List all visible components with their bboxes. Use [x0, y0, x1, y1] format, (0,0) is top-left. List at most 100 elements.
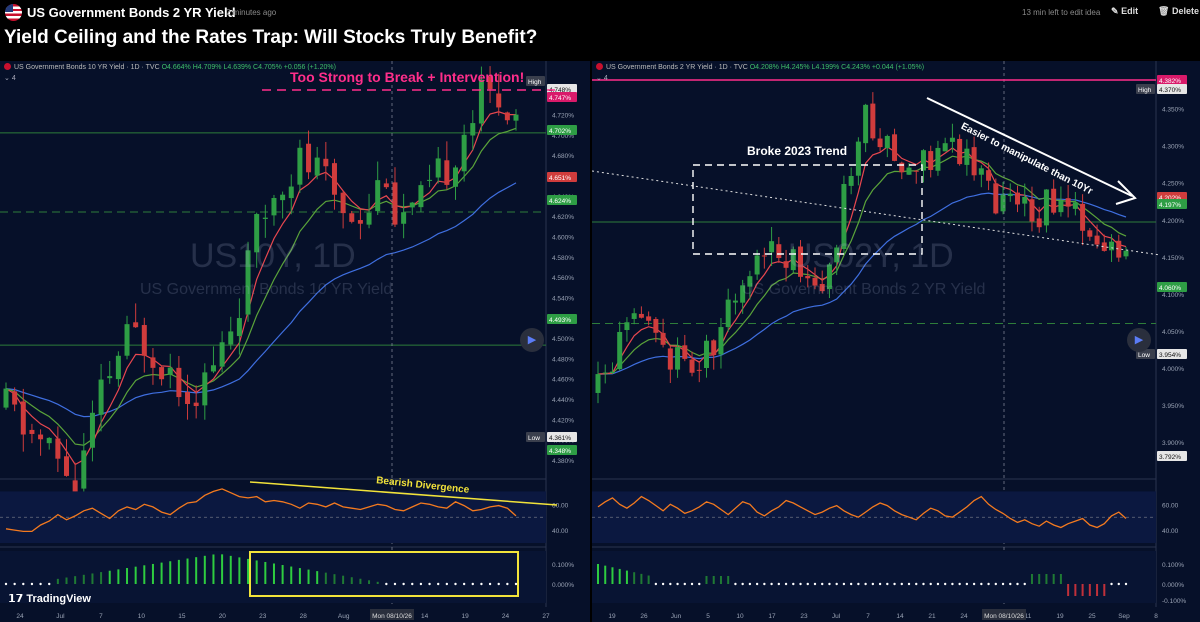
- histogram-dot: [428, 582, 431, 586]
- histogram-dot: [393, 582, 397, 586]
- histogram-dot: [878, 582, 882, 586]
- price-tag-label: 3.792%: [1159, 454, 1181, 461]
- play-icon[interactable]: ▶: [520, 328, 544, 352]
- candle-body: [478, 79, 484, 124]
- x-tick-label: 24: [502, 613, 510, 620]
- histogram-dot: [1009, 582, 1012, 586]
- histogram-bar: [56, 578, 59, 584]
- legend-title: US Government Bonds 10 YR Yield · 1D · T…: [14, 64, 160, 71]
- candle-body: [219, 342, 225, 367]
- x-tick-label: 17: [768, 613, 776, 620]
- histogram-bar: [1088, 584, 1091, 596]
- histogram-dot: [842, 582, 846, 586]
- indicator-toggle[interactable]: ⌄ 4: [596, 74, 608, 82]
- histogram-bar: [719, 576, 722, 584]
- candle-body: [185, 392, 191, 405]
- candle-body: [769, 241, 775, 253]
- chart-2y-svg[interactable]: 4.350% 4.300% 4.250% 4.200% 4.150% 4.100% 4.05…: [592, 61, 1200, 622]
- histogram-bar: [640, 573, 643, 584]
- chart-pane-10y[interactable]: 4.740%4.720%4.700%4.680%4.660%4.640%4.62…: [0, 61, 590, 622]
- candle-body: [949, 137, 955, 142]
- candle-body: [595, 374, 601, 393]
- histogram-dot: [22, 582, 25, 586]
- histogram-dot: [419, 582, 423, 586]
- candle-body: [1058, 200, 1064, 213]
- watermark-name: US Government Bonds 10 YR Yield: [140, 281, 393, 298]
- edit-label: Edit: [1121, 6, 1139, 16]
- candle-body: [29, 429, 35, 434]
- candle-body: [375, 180, 381, 212]
- histogram-dot: [907, 582, 911, 586]
- candle-body: [971, 147, 977, 176]
- x-tick-label: 10: [736, 613, 744, 620]
- chart-10y-svg[interactable]: 4.740%4.720%4.700%4.680%4.660%4.640%4.62…: [0, 61, 590, 622]
- candle-body: [409, 202, 415, 208]
- candle-body: [935, 147, 941, 171]
- candle-body: [470, 123, 476, 136]
- candle-body: [617, 331, 623, 370]
- histogram-bar: [91, 573, 94, 584]
- y-tick-label: 4.560%: [552, 275, 574, 282]
- candle-body: [1109, 241, 1115, 251]
- legend-title: US Government Bonds 2 YR Yield · 1D · TV…: [606, 64, 748, 71]
- x-tick-label: 14: [896, 613, 904, 620]
- candle-body: [1123, 250, 1129, 257]
- top-bar: US Government Bonds 2 YR Yield 2 minutes…: [0, 0, 1200, 26]
- candle-body: [884, 135, 890, 149]
- candle-body: [942, 143, 948, 152]
- histogram-dot: [770, 582, 773, 586]
- histogram-dot: [654, 582, 658, 586]
- candle-body: [1036, 218, 1042, 228]
- histogram-bar: [359, 578, 362, 584]
- histogram-bar: [324, 572, 327, 584]
- candle-body: [89, 412, 95, 448]
- histogram-dot: [402, 582, 405, 586]
- delete-button[interactable]: 🗑 Delete: [1158, 6, 1199, 17]
- histogram-dot: [661, 582, 665, 586]
- price-tag-label: 4.702%: [549, 128, 571, 135]
- candle-body: [1087, 230, 1093, 237]
- histogram-bar: [264, 561, 267, 584]
- histogram-bar: [186, 558, 189, 584]
- candle-body: [496, 93, 502, 108]
- price-tag-label: 4.348%: [549, 448, 571, 455]
- edit-button[interactable]: ✎ Edit: [1111, 6, 1138, 17]
- histogram-dot: [936, 582, 940, 586]
- candle-body: [306, 143, 312, 173]
- rsi-tick-label: 40.00: [552, 528, 569, 535]
- symbol-title[interactable]: US Government Bonds 2 YR Yield: [27, 5, 236, 20]
- histogram-dot: [951, 582, 954, 586]
- histogram-dot: [929, 582, 932, 586]
- candle-body: [323, 158, 329, 167]
- histogram-bar: [647, 575, 650, 584]
- x-tick-label: 21: [928, 613, 936, 620]
- histogram-bar: [134, 566, 137, 584]
- candle-body: [1029, 199, 1035, 222]
- candle-body: [1116, 240, 1122, 258]
- histogram-dot: [506, 582, 509, 586]
- candle-body: [349, 213, 355, 222]
- trash-icon: 🗑: [1158, 6, 1170, 16]
- candle-body: [675, 347, 681, 370]
- histogram-dot: [994, 582, 998, 586]
- y-tick-label: 4.480%: [552, 356, 574, 363]
- indicator-toggle[interactable]: ⌄ 4: [4, 74, 16, 82]
- play-icon[interactable]: ▶: [1127, 328, 1151, 352]
- idea-title: Yield Ceiling and the Rates Trap: Will S…: [4, 27, 538, 48]
- histogram-dot: [471, 582, 474, 586]
- candle-body: [210, 365, 216, 372]
- histogram-bar: [195, 557, 198, 584]
- chart-pane-2y[interactable]: 4.350% 4.300% 4.250% 4.200% 4.150% 4.100% 4.05…: [592, 61, 1200, 622]
- y-tick-label: 4.540%: [552, 295, 574, 302]
- candle-body: [98, 379, 104, 415]
- candle-body: [115, 355, 121, 380]
- candle-body: [1015, 192, 1021, 205]
- x-tick-label: 20: [219, 613, 227, 620]
- rsi-tick-label: 60.00: [552, 502, 569, 509]
- histogram-bar: [281, 565, 284, 584]
- candle-body: [81, 450, 87, 489]
- x-tick-label: 24: [960, 613, 968, 620]
- candle-body: [1000, 194, 1006, 212]
- histogram-bar: [316, 571, 319, 584]
- histogram-bar: [1052, 574, 1055, 584]
